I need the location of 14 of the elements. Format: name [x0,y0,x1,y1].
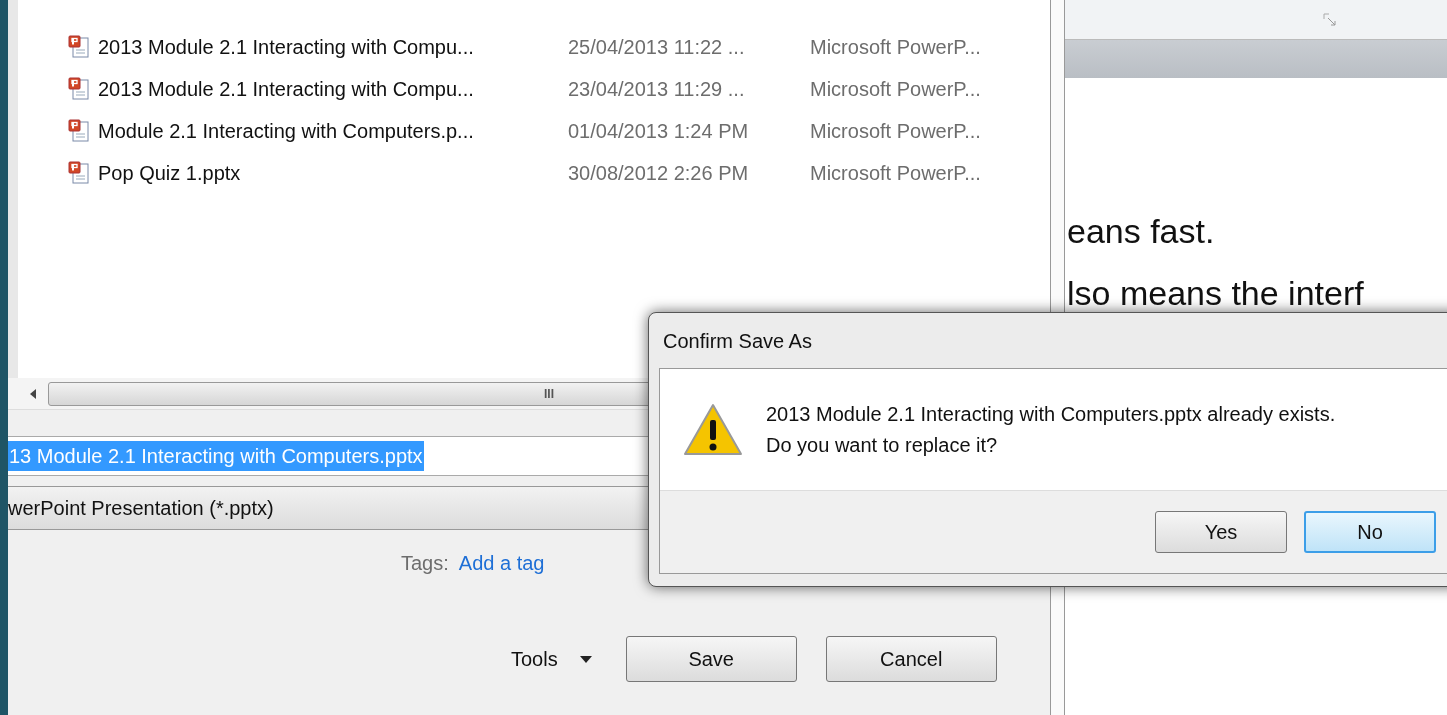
file-type: Microsoft PowerP... [810,118,981,144]
file-date: 30/08/2012 2:26 PM [568,160,750,186]
file-type: Microsoft PowerP... [810,34,981,60]
file-date: 23/04/2013 11:29 ... [568,76,746,102]
file-type: Microsoft PowerP... [810,76,981,102]
file-type: Microsoft PowerP... [810,160,981,186]
slide-text: lso means the interf [1066,273,1365,314]
file-date: 01/04/2013 1:24 PM [568,118,750,144]
dialog-title: Confirm Save As [662,328,813,354]
file-date: 25/04/2013 11:22 ... [568,34,746,60]
scroll-grip: III [544,385,554,403]
file-name-value: 13 Module 2.1 Interacting with Computers.pptx [8,441,424,471]
tags-label: Tags: [401,551,449,576]
slide-text: eans fast. [1066,211,1216,252]
